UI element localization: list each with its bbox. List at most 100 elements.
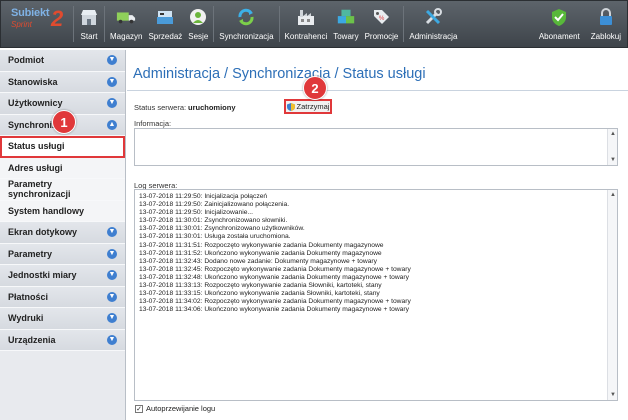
toolbar-promocje-label: Promocje bbox=[364, 32, 399, 41]
main-content: Administracja / Synchronizacja / Status … bbox=[127, 50, 628, 420]
scroll-down-icon: ▼ bbox=[610, 157, 616, 163]
sidebar-item-stanowiska[interactable]: Stanowiska ▼ bbox=[0, 71, 125, 93]
toolbar-towary-button[interactable]: Towary bbox=[330, 1, 361, 47]
shield-icon bbox=[286, 102, 295, 111]
step-marker-1: 1 bbox=[52, 110, 76, 134]
price-tag-icon: % bbox=[371, 7, 391, 27]
cashier-icon bbox=[155, 7, 175, 27]
sidebar-item-platnosci[interactable]: Płatności ▼ bbox=[0, 286, 125, 308]
log-line: 13-07-2018 11:33:15: Ukończono wykonywan… bbox=[139, 290, 380, 298]
page-title: Administracja / Synchronizacja / Status … bbox=[133, 66, 426, 82]
toolbar-divider bbox=[278, 6, 280, 42]
chevron-down-icon: ▼ bbox=[107, 98, 117, 109]
toolbar-start-label: Start bbox=[80, 32, 98, 41]
checkbox-check-icon: ✓ bbox=[135, 404, 143, 413]
scroll-down-icon: ▼ bbox=[610, 392, 616, 398]
toolbar-kontrahenci-button[interactable]: Kontrahenci bbox=[282, 1, 331, 47]
toolbar-divider bbox=[73, 6, 74, 42]
sidebar-item-podmiot[interactable]: Podmiot ▼ bbox=[0, 50, 125, 72]
title-divider bbox=[127, 90, 628, 91]
sidebar-item-label: Jednostki miary bbox=[8, 270, 77, 281]
sidebar-item-label: Parametry bbox=[8, 248, 53, 259]
sidebar-item-label: Parametry synchronizacji bbox=[8, 179, 71, 200]
step-marker-2: 2 bbox=[303, 76, 327, 100]
log-line: 13-07-2018 11:29:50: Zainicjalizowano po… bbox=[139, 201, 290, 209]
truck-icon bbox=[116, 7, 136, 27]
sidebar-item-label: Status usługi bbox=[8, 141, 65, 152]
sidebar-item-label: Ekran dotykowy bbox=[8, 227, 78, 238]
sidebar-item-label: Płatności bbox=[8, 291, 49, 302]
boxes-icon bbox=[336, 7, 356, 27]
store-icon bbox=[79, 7, 99, 27]
toolbar-divider bbox=[104, 6, 105, 42]
scroll-up-icon: ▲ bbox=[610, 131, 616, 137]
log-line: 13-07-2018 11:33:13: Rozpoczęto wykonywa… bbox=[139, 282, 382, 290]
sidebar-item-adres-uslugi[interactable]: Adres usługi bbox=[0, 157, 125, 179]
factory-icon bbox=[296, 7, 316, 27]
log-line: 13-07-2018 11:32:43: Dodano nowe zadanie… bbox=[139, 257, 377, 265]
toolbar-promocje-button[interactable]: % Promocje bbox=[362, 1, 402, 47]
toolbar-sprzedaz-label: Sprzedaż bbox=[148, 32, 183, 41]
toolbar-magazyn-label: Magazyn bbox=[110, 32, 143, 41]
sync-icon bbox=[236, 7, 256, 27]
chevron-up-icon: ▲ bbox=[107, 119, 117, 130]
log-line: 13-07-2018 11:29:50: Inicjalizacja połąc… bbox=[139, 193, 268, 200]
sidebar-item-parametry-synchronizacji[interactable]: Parametry synchronizacji bbox=[0, 179, 125, 201]
sidebar-item-label: Adres usługi bbox=[8, 162, 63, 173]
brand-version: 2 bbox=[51, 6, 64, 31]
log-line: 13-07-2018 11:31:52: Ukończono wykonywan… bbox=[139, 249, 382, 257]
chevron-down-icon: ▼ bbox=[107, 291, 117, 302]
toolbar-sesje-label: Sesje bbox=[188, 32, 209, 41]
log-line: 13-07-2018 11:29:50: Inicjalizowanie... bbox=[139, 209, 254, 217]
server-status-label: Status serwera: bbox=[134, 103, 187, 112]
autoscroll-checkbox[interactable]: ✓ Autoprzewijanie logu bbox=[135, 404, 215, 413]
toolbar-towary-label: Towary bbox=[333, 32, 359, 41]
sidebar: Podmiot ▼ Stanowiska ▼ Użytkownicy ▼ Synchr… bbox=[0, 50, 126, 420]
sidebar-item-status-uslugi[interactable]: Status usługi bbox=[0, 136, 125, 158]
chevron-down-icon: ▼ bbox=[107, 313, 117, 324]
autoscroll-label: Autoprzewijanie logu bbox=[146, 404, 216, 413]
svg-text:%: % bbox=[379, 16, 385, 22]
sidebar-item-jednostki-miary[interactable]: Jednostki miary ▼ bbox=[0, 265, 125, 287]
log-scrollbar[interactable]: ▲ ▼ bbox=[607, 190, 617, 400]
toolbar-sesje-button[interactable]: Sesje bbox=[185, 1, 211, 47]
chevron-down-icon: ▼ bbox=[107, 227, 117, 238]
sidebar-item-label: System handlowy bbox=[8, 205, 85, 216]
chevron-down-icon: ▼ bbox=[107, 55, 117, 66]
toolbar-kontrahenci-label: Kontrahenci bbox=[284, 32, 328, 41]
shield-check-icon bbox=[549, 7, 569, 27]
sidebar-item-label: Podmiot bbox=[8, 55, 44, 66]
toolbar-magazyn-button[interactable]: Magazyn bbox=[107, 1, 145, 47]
toolbar-administracja-button[interactable]: Administracja bbox=[406, 1, 460, 47]
sidebar-item-ekran-dotykowy[interactable]: Ekran dotykowy ▼ bbox=[0, 222, 125, 244]
toolbar-synchronizacja-label: Synchronizacja bbox=[219, 32, 274, 41]
log-lines: 13-07-2018 11:29:50: Inicjalizacja połąc… bbox=[135, 190, 617, 314]
toolbar-abonament-button[interactable]: Abonament bbox=[536, 1, 588, 47]
main-toolbar: Subiekt Sprint 2 Start Magazyn Sprzedaż … bbox=[0, 0, 628, 48]
sidebar-item-label: Urządzenia bbox=[8, 334, 56, 345]
lock-icon bbox=[596, 7, 616, 27]
toolbar-administracja-label: Administracja bbox=[409, 32, 458, 41]
sidebar-item-wydruki[interactable]: Wydruki ▼ bbox=[0, 308, 125, 330]
info-scrollbar[interactable]: ▲ ▼ bbox=[607, 129, 617, 165]
log-line: 13-07-2018 11:32:45: Rozpoczęto wykonywa… bbox=[139, 265, 411, 273]
info-textarea[interactable]: ▲ ▼ bbox=[134, 128, 618, 166]
log-line: 13-07-2018 11:34:06: Ukończono wykonywan… bbox=[139, 306, 409, 314]
toolbar-zablokuj-button[interactable]: Zablokuj bbox=[588, 1, 627, 47]
sidebar-item-parametry[interactable]: Parametry ▼ bbox=[0, 243, 125, 265]
stop-button[interactable]: Zatrzymaj bbox=[284, 99, 332, 114]
toolbar-sprzedaz-button[interactable]: Sprzedaż bbox=[145, 1, 185, 47]
toolbar-abonament-label: Abonament bbox=[538, 32, 580, 41]
toolbar-synchronizacja-button[interactable]: Synchronizacja bbox=[216, 1, 276, 47]
app-logo: Subiekt Sprint 2 bbox=[1, 1, 71, 47]
toolbar-zablokuj-label: Zablokuj bbox=[590, 32, 621, 41]
sidebar-item-urzadzenia[interactable]: Urządzenia ▼ bbox=[0, 329, 125, 351]
log-line: 13-07-2018 11:34:02: Rozpoczęto wykonywa… bbox=[139, 298, 411, 306]
log-textarea[interactable]: 13-07-2018 11:29:50: Inicjalizacja połąc… bbox=[134, 189, 618, 401]
sidebar-item-label: Stanowiska bbox=[8, 76, 58, 87]
toolbar-start-button[interactable]: Start bbox=[76, 1, 102, 47]
chevron-down-icon: ▼ bbox=[107, 76, 117, 87]
server-status-value: uruchomiony bbox=[188, 103, 236, 112]
sidebar-item-system-handlowy[interactable]: System handlowy bbox=[0, 200, 125, 222]
toolbar-divider bbox=[213, 6, 215, 42]
